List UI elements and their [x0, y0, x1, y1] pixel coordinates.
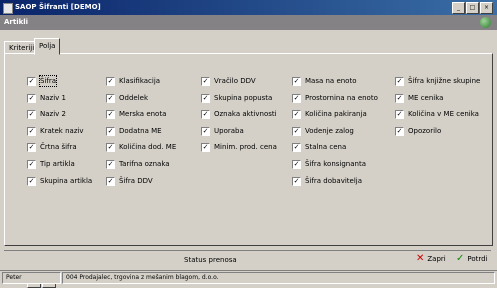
field-checkbox-label: Skupina popusta: [214, 93, 273, 102]
field-checkbox[interactable]: [27, 77, 36, 86]
field-checkbox-label: Črtna šifra: [40, 143, 77, 152]
field-checkbox[interactable]: [292, 176, 301, 186]
field-checkbox[interactable]: [106, 93, 115, 103]
field-checkbox-label: Naziv 2: [40, 110, 66, 119]
field-checkbox-label: Tip artikla: [40, 159, 75, 168]
close-button[interactable]: ×: [480, 2, 493, 14]
field-checkbox[interactable]: [27, 126, 36, 136]
confirm-button[interactable]: ✓ Potrdi: [456, 253, 488, 264]
subwindow-title: Artikli: [4, 18, 29, 26]
field-checkbox[interactable]: [27, 143, 36, 153]
field-checkbox[interactable]: [106, 159, 115, 169]
field-checkbox[interactable]: [292, 93, 301, 103]
field-checkbox-label: ME cenika: [408, 93, 444, 102]
field-checkbox-label: Šifra: [38, 75, 58, 87]
field-checkbox-label: Skupina artikla: [40, 176, 93, 185]
field-checkbox-label: Količina v ME cenika: [408, 110, 479, 119]
field-checkbox-label: Vračilo DDV: [214, 77, 256, 85]
checkmark-icon: ✓: [456, 253, 465, 264]
field-checkbox[interactable]: [292, 159, 301, 169]
title-bar: SAOP Šifranti [DEMO] _ □ ×: [0, 0, 497, 15]
field-checkbox[interactable]: [292, 143, 301, 153]
subwindow-title-bar: Artikli: [0, 15, 497, 30]
field-checkbox-label: Kratek naziv: [40, 126, 84, 135]
field-checkbox-label: Minim. prod. cena: [214, 143, 277, 152]
field-checkbox-label: Dodatna ME: [119, 126, 162, 135]
field-checkbox-label: Naziv 1: [40, 93, 66, 102]
confirm-label: Potrdi: [467, 254, 488, 263]
field-checkbox[interactable]: [201, 93, 210, 103]
field-checkbox-label: Šifra konsignanta: [305, 159, 367, 168]
cancel-button[interactable]: ✕ Zapri: [416, 253, 446, 264]
field-checkbox-label: Šifra knjižne skupine: [408, 77, 481, 85]
field-checkbox[interactable]: [395, 126, 404, 136]
action-bar: Status prenosa ✕ Zapri ✓ Potrdi: [4, 250, 491, 268]
field-checkbox-label: Vodenje zalog: [305, 126, 354, 135]
field-checkbox-label: Merska enota: [119, 110, 167, 119]
field-checkbox[interactable]: [395, 77, 404, 86]
app-icon: [3, 3, 13, 14]
field-checkbox[interactable]: [201, 126, 210, 136]
field-checkbox[interactable]: [106, 110, 115, 120]
field-checkbox[interactable]: [106, 143, 115, 153]
window-title: SAOP Šifranti [DEMO]: [15, 3, 101, 11]
status-company: 004 Prodajalec, trgovina z mešanim blago…: [62, 272, 495, 284]
field-checkbox[interactable]: [201, 110, 210, 120]
field-checkbox-label: Tarifna oznaka: [119, 159, 170, 168]
field-checkbox[interactable]: [292, 77, 301, 86]
field-checkbox-label: Oddelek: [119, 93, 149, 102]
field-checkbox-label: Masa na enoto: [305, 77, 357, 85]
field-checkbox[interactable]: [27, 176, 36, 186]
tab-fields[interactable]: Polja: [34, 38, 61, 55]
field-checkbox-label: Količina pakiranja: [305, 110, 367, 119]
maximize-button[interactable]: □: [466, 2, 479, 14]
field-checkbox-label: Šifra DDV: [119, 176, 153, 185]
field-checkbox-label: Uporaba: [214, 126, 244, 135]
field-checkbox[interactable]: [106, 77, 115, 86]
close-x-icon: ✕: [416, 253, 425, 264]
transfer-status: Status prenosa: [184, 256, 237, 264]
field-checkbox[interactable]: [201, 143, 210, 153]
fields-panel: Šifra Naziv 1 Naziv 2 Kratek naziv Črtna šif…: [4, 53, 493, 288]
cancel-label: Zapri: [427, 254, 446, 263]
field-checkbox-label: Šifra dobavitelja: [305, 176, 363, 185]
field-checkbox-label: Prostornina na enoto: [305, 93, 378, 102]
minimize-button[interactable]: _: [452, 2, 465, 14]
field-checkbox[interactable]: [292, 110, 301, 120]
field-checkbox[interactable]: [395, 110, 404, 120]
field-checkbox-label: Stalna cena: [305, 143, 347, 152]
globe-icon[interactable]: [480, 17, 491, 28]
field-checkbox-label: Klasifikacija: [119, 77, 161, 85]
field-checkbox[interactable]: [106, 126, 115, 136]
field-checkbox[interactable]: [27, 110, 36, 120]
field-checkbox[interactable]: [292, 126, 301, 136]
field-checkbox[interactable]: [27, 93, 36, 103]
field-checkbox-label: Količina dod. ME: [119, 143, 177, 152]
status-bar: Peter 004 Prodajalec, trgovina z mešanim…: [0, 270, 497, 284]
status-user: Peter: [2, 272, 61, 284]
field-checkbox[interactable]: [106, 176, 115, 186]
field-checkbox-label: Oznaka aktivnosti: [214, 110, 277, 119]
field-checkbox[interactable]: [395, 93, 404, 103]
field-checkbox[interactable]: [27, 159, 36, 169]
field-checkbox-label: Opozorilo: [408, 126, 442, 135]
field-checkbox[interactable]: [201, 77, 210, 86]
